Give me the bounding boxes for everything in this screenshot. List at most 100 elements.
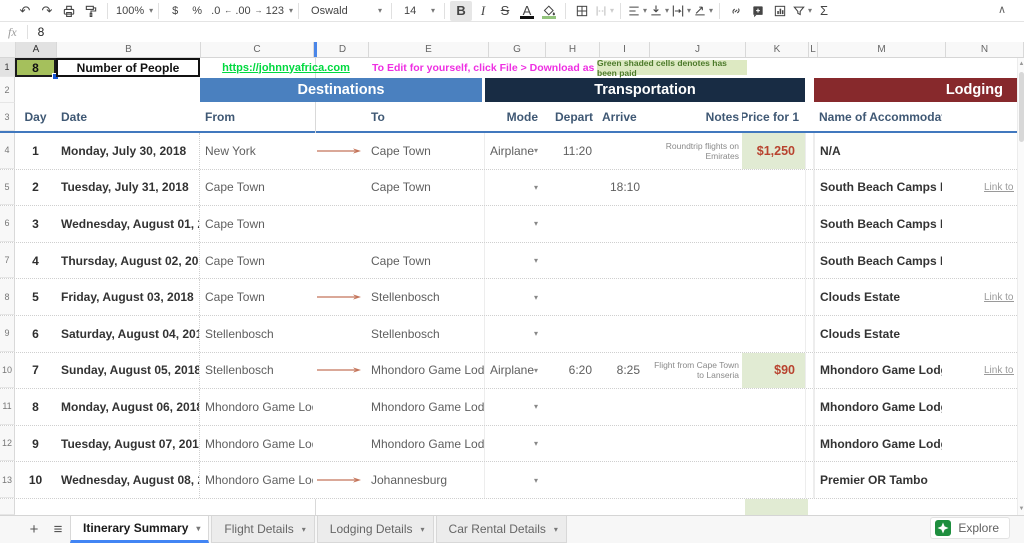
- cell-mode[interactable]: Airplane▾: [485, 353, 542, 389]
- cell-to[interactable]: Stellenbosch: [365, 279, 485, 315]
- mode-dropdown-icon[interactable]: ▾: [534, 476, 538, 485]
- mode-dropdown-icon[interactable]: ▾: [534, 329, 538, 338]
- vertical-align-button[interactable]: ▾: [648, 1, 670, 21]
- site-link[interactable]: https://johnnyafrica.com: [200, 58, 372, 77]
- cell-notes[interactable]: [646, 206, 742, 242]
- row-number[interactable]: 12: [0, 426, 15, 462]
- cell-people-count[interactable]: 8: [15, 58, 56, 77]
- row-number[interactable]: 8: [0, 279, 15, 315]
- scroll-up-icon[interactable]: ▲: [1018, 58, 1024, 70]
- text-rotation-button[interactable]: ▾: [692, 1, 714, 21]
- cell-spacer[interactable]: [805, 279, 814, 315]
- font-select[interactable]: Oswald▾: [304, 1, 386, 21]
- format-percent-button[interactable]: %: [186, 1, 208, 21]
- destinations-banner[interactable]: Destinations: [200, 78, 482, 102]
- zoom-select[interactable]: 100%▾: [113, 1, 153, 21]
- cell-date[interactable]: Saturday, August 04, 2018: [56, 316, 200, 352]
- cell-spacer[interactable]: [805, 353, 814, 389]
- cell-price[interactable]: [742, 462, 805, 498]
- cell-arrive[interactable]: [596, 279, 646, 315]
- cell-mode[interactable]: ▾: [485, 206, 542, 242]
- cell-route[interactable]: [313, 279, 365, 315]
- cell-to[interactable]: Johannesburg: [365, 462, 485, 498]
- cell-arrive[interactable]: [596, 206, 646, 242]
- column-header-g[interactable]: G: [489, 42, 546, 57]
- cell-arrive[interactable]: [596, 389, 646, 425]
- cell-route[interactable]: [313, 389, 365, 425]
- cell-accommodation[interactable]: South Beach Camps Bay: [814, 206, 942, 242]
- cell-mode[interactable]: ▾: [485, 243, 542, 279]
- tab-itinerary-summary[interactable]: Itinerary Summary▾: [70, 516, 209, 543]
- row-number[interactable]: [0, 499, 15, 515]
- borders-button[interactable]: [571, 1, 593, 21]
- column-header-m[interactable]: M: [818, 42, 946, 57]
- cell-day[interactable]: 3: [15, 206, 56, 242]
- cell-depart[interactable]: 6:20: [542, 353, 596, 389]
- cell-spacer[interactable]: [805, 426, 814, 462]
- cell-day[interactable]: 8: [15, 389, 56, 425]
- undo-button[interactable]: ↶: [14, 1, 36, 21]
- cell-date[interactable]: Wednesday, August 08, 2018: [56, 462, 200, 498]
- tab-flight-details[interactable]: Flight Details▾: [211, 516, 314, 543]
- cell-arrive[interactable]: [596, 462, 646, 498]
- explore-button[interactable]: Explore: [930, 517, 1010, 539]
- mode-dropdown-icon[interactable]: ▾: [534, 256, 538, 265]
- cell-notes[interactable]: [646, 170, 742, 206]
- add-sheet-button[interactable]: +: [22, 521, 46, 538]
- cell-mode[interactable]: ▾: [485, 389, 542, 425]
- horizontal-align-button[interactable]: ▾: [626, 1, 648, 21]
- cell-date[interactable]: Monday, July 30, 2018: [56, 133, 200, 169]
- cell-route[interactable]: [313, 353, 365, 389]
- text-wrap-button[interactable]: ▾: [670, 1, 692, 21]
- mode-dropdown-icon[interactable]: ▾: [534, 293, 538, 302]
- cell-day[interactable]: 2: [15, 170, 56, 206]
- cell-spacer[interactable]: [805, 133, 814, 169]
- column-header-k[interactable]: K: [746, 42, 809, 57]
- cell-from[interactable]: Cape Town: [200, 243, 313, 279]
- fill-color-button[interactable]: [538, 1, 560, 21]
- increase-decimals-button[interactable]: .00→: [232, 1, 262, 21]
- cell-day[interactable]: 10: [15, 462, 56, 498]
- insert-chart-button[interactable]: [769, 1, 791, 21]
- cell-to[interactable]: Mhondoro Game Lodge: [365, 353, 485, 389]
- print-button[interactable]: [58, 1, 80, 21]
- cell-price[interactable]: [742, 279, 805, 315]
- cell-day[interactable]: 6: [15, 316, 56, 352]
- row-number[interactable]: 10: [0, 353, 15, 389]
- cell-accommodation[interactable]: Mhondoro Game Lodge: [814, 426, 942, 462]
- cell-to[interactable]: Cape Town: [365, 133, 485, 169]
- cell-day[interactable]: 7: [15, 353, 56, 389]
- cell-spacer[interactable]: [805, 462, 814, 498]
- cell-link[interactable]: [942, 426, 1014, 462]
- cell-date[interactable]: Wednesday, August 01, 2018: [56, 206, 200, 242]
- cell-day[interactable]: 4: [15, 243, 56, 279]
- row-number[interactable]: 7: [0, 243, 15, 279]
- header-notes[interactable]: Notes: [646, 103, 742, 131]
- cell-accommodation[interactable]: South Beach Camps Bay: [814, 170, 942, 206]
- cell-spacer[interactable]: [805, 316, 814, 352]
- cell-to[interactable]: [365, 206, 485, 242]
- cell-from[interactable]: Cape Town: [200, 170, 313, 206]
- cell-mode[interactable]: ▾: [485, 426, 542, 462]
- cell-route[interactable]: [313, 133, 365, 169]
- cell-depart[interactable]: [542, 170, 596, 206]
- cell-price[interactable]: [742, 206, 805, 242]
- row-number[interactable]: 3: [0, 103, 15, 131]
- column-header-c[interactable]: C: [201, 42, 314, 57]
- header-date[interactable]: Date: [56, 103, 200, 131]
- row-number[interactable]: 6: [0, 206, 15, 242]
- text-color-button[interactable]: A: [516, 1, 538, 21]
- header-day[interactable]: Day: [15, 103, 56, 131]
- insert-link-button[interactable]: [725, 1, 747, 21]
- formula-input[interactable]: 8: [28, 25, 1024, 39]
- cell-accommodation[interactable]: Clouds Estate: [814, 316, 942, 352]
- cell-day[interactable]: 1: [15, 133, 56, 169]
- cell-link[interactable]: [942, 206, 1014, 242]
- header-price[interactable]: Price for 1: [742, 103, 805, 131]
- header-arrive[interactable]: Arrive: [596, 103, 646, 131]
- cell-accommodation[interactable]: South Beach Camps Bay: [814, 243, 942, 279]
- cell-arrive[interactable]: [596, 426, 646, 462]
- select-all-corner[interactable]: [0, 42, 16, 57]
- cell-notes[interactable]: [646, 389, 742, 425]
- accommodation-link[interactable]: Link to S: [984, 365, 1014, 376]
